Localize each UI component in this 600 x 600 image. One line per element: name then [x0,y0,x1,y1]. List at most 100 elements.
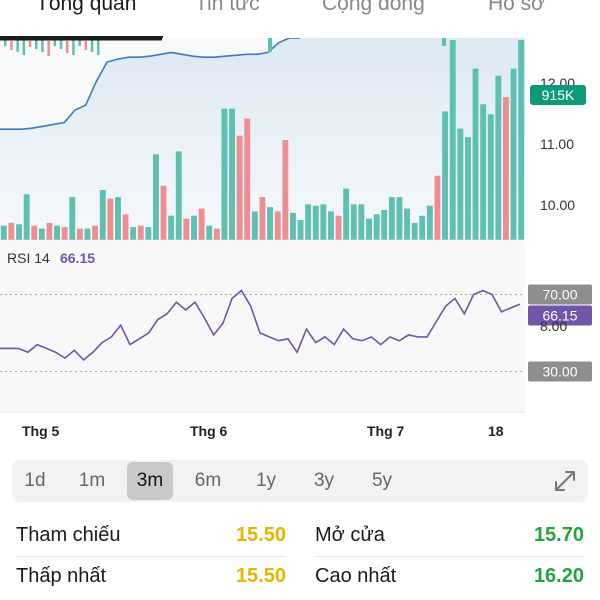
tab-community[interactable]: Cộng đồng [322,0,425,16]
volume-bar [16,224,22,240]
volume-bar [495,75,502,240]
volume-bar [434,175,441,240]
volume-badge-text: 915K [542,87,575,103]
period-1y[interactable]: 1y [243,460,289,502]
volume-bar [69,197,76,240]
volume-bar [426,205,433,240]
volume-bar [335,215,342,240]
volume-bar [115,197,121,240]
candle [28,41,32,47]
volume-bar [175,151,182,240]
candle [78,40,81,46]
volume-bar [183,218,190,240]
x-label-june: Thg 6 [190,423,228,439]
volume-bar [411,222,418,240]
volume-bar [38,228,45,240]
rsi-value: 66.15 [60,250,95,266]
rsi-lower-badge-text: 30.00 [542,364,577,380]
rsi-upper-badge-text: 70.00 [542,287,577,303]
candle [84,41,88,50]
volume-bar [130,227,137,240]
high-label: Cao nhất [315,565,397,587]
candle [97,40,100,55]
period-3y[interactable]: 3y [301,460,347,502]
volume-bar [350,204,357,240]
candle [59,40,63,49]
volume-bar [206,225,213,240]
x-label-may: Thg 5 [22,423,60,439]
high-value: 16.20 [533,565,584,587]
volume-bar [236,135,243,240]
candle [16,40,19,52]
volume-bar [92,225,98,240]
reference-label: Tham chiếu [16,524,121,546]
volume-bar [23,194,30,240]
volume-bar [510,68,517,240]
volume-bar [503,97,509,240]
volume-bar [213,228,220,240]
rsi-label: RSI 14 [7,250,50,266]
low-value: 15.50 [235,565,286,587]
tab-profile[interactable]: Hồ sơ [488,0,545,16]
period-selector: 1d 1m 3m 6m 1y 3y 5y [12,460,588,502]
volume-bar [366,218,372,240]
volume-bar [381,210,388,240]
volume-bar [419,215,426,240]
period-1m[interactable]: 1m [69,460,115,502]
volume-bar [297,220,304,240]
price-tick-11: 11.00 [540,136,574,152]
candle [53,40,57,46]
volume-bar [259,197,266,240]
volume-bar [244,118,251,240]
candle [10,41,13,50]
candle [72,40,75,55]
volume-bar [191,215,197,240]
price-tick-8: 8.00 [540,318,567,334]
volume-bar [54,225,60,240]
volume-bar [46,222,53,240]
volume-bar [305,204,312,240]
low-label: Thấp nhất [16,565,107,587]
candle [66,41,69,53]
volume-bar [290,212,296,240]
period-1d[interactable]: 1d [12,460,58,502]
stats-divider-left [16,556,286,557]
volume-bar [84,228,91,240]
candle [442,38,446,46]
volume-bar [0,225,7,240]
reference-value: 15.50 [235,524,286,546]
volume-bar [168,215,175,240]
volume-bar [198,208,205,240]
volume-bar [251,211,258,240]
candle [268,38,272,52]
stats-divider-right [315,556,585,557]
period-6m[interactable]: 6m [185,460,231,502]
period-5y[interactable]: 5y [359,460,405,502]
volume-bar [221,108,228,240]
x-label-day-18: 18 [488,423,504,439]
volume-bar [472,68,479,240]
volume-bar [145,227,152,240]
volume-bar [518,40,525,240]
volume-bar [358,204,365,240]
volume-bar [282,140,289,240]
tab-overview[interactable]: Tổng quan [36,0,136,16]
volume-bar [99,190,106,240]
candle [90,40,94,52]
candle [47,41,50,56]
expand-icon[interactable] [552,468,578,494]
top-tab-bar: Tổng quan Tin tức Cộng đồng Hồ sơ [0,0,600,39]
volume-bar [312,205,319,240]
price-chart[interactable]: 12.00 915K 11.00 10.00 RSI 14 66.15 70.0… [0,38,600,448]
volume-bar [320,204,327,240]
volume-bar [465,137,471,240]
volume-bar [388,197,395,240]
volume-bar [160,185,167,240]
volume-bar [76,228,83,240]
period-3m[interactable]: 3m [127,462,173,500]
tab-news[interactable]: Tin tức [195,0,260,16]
open-label: Mở cửa [315,524,385,546]
volume-bar [328,211,334,240]
volume-bar [396,197,403,240]
volume-bar [61,227,68,240]
